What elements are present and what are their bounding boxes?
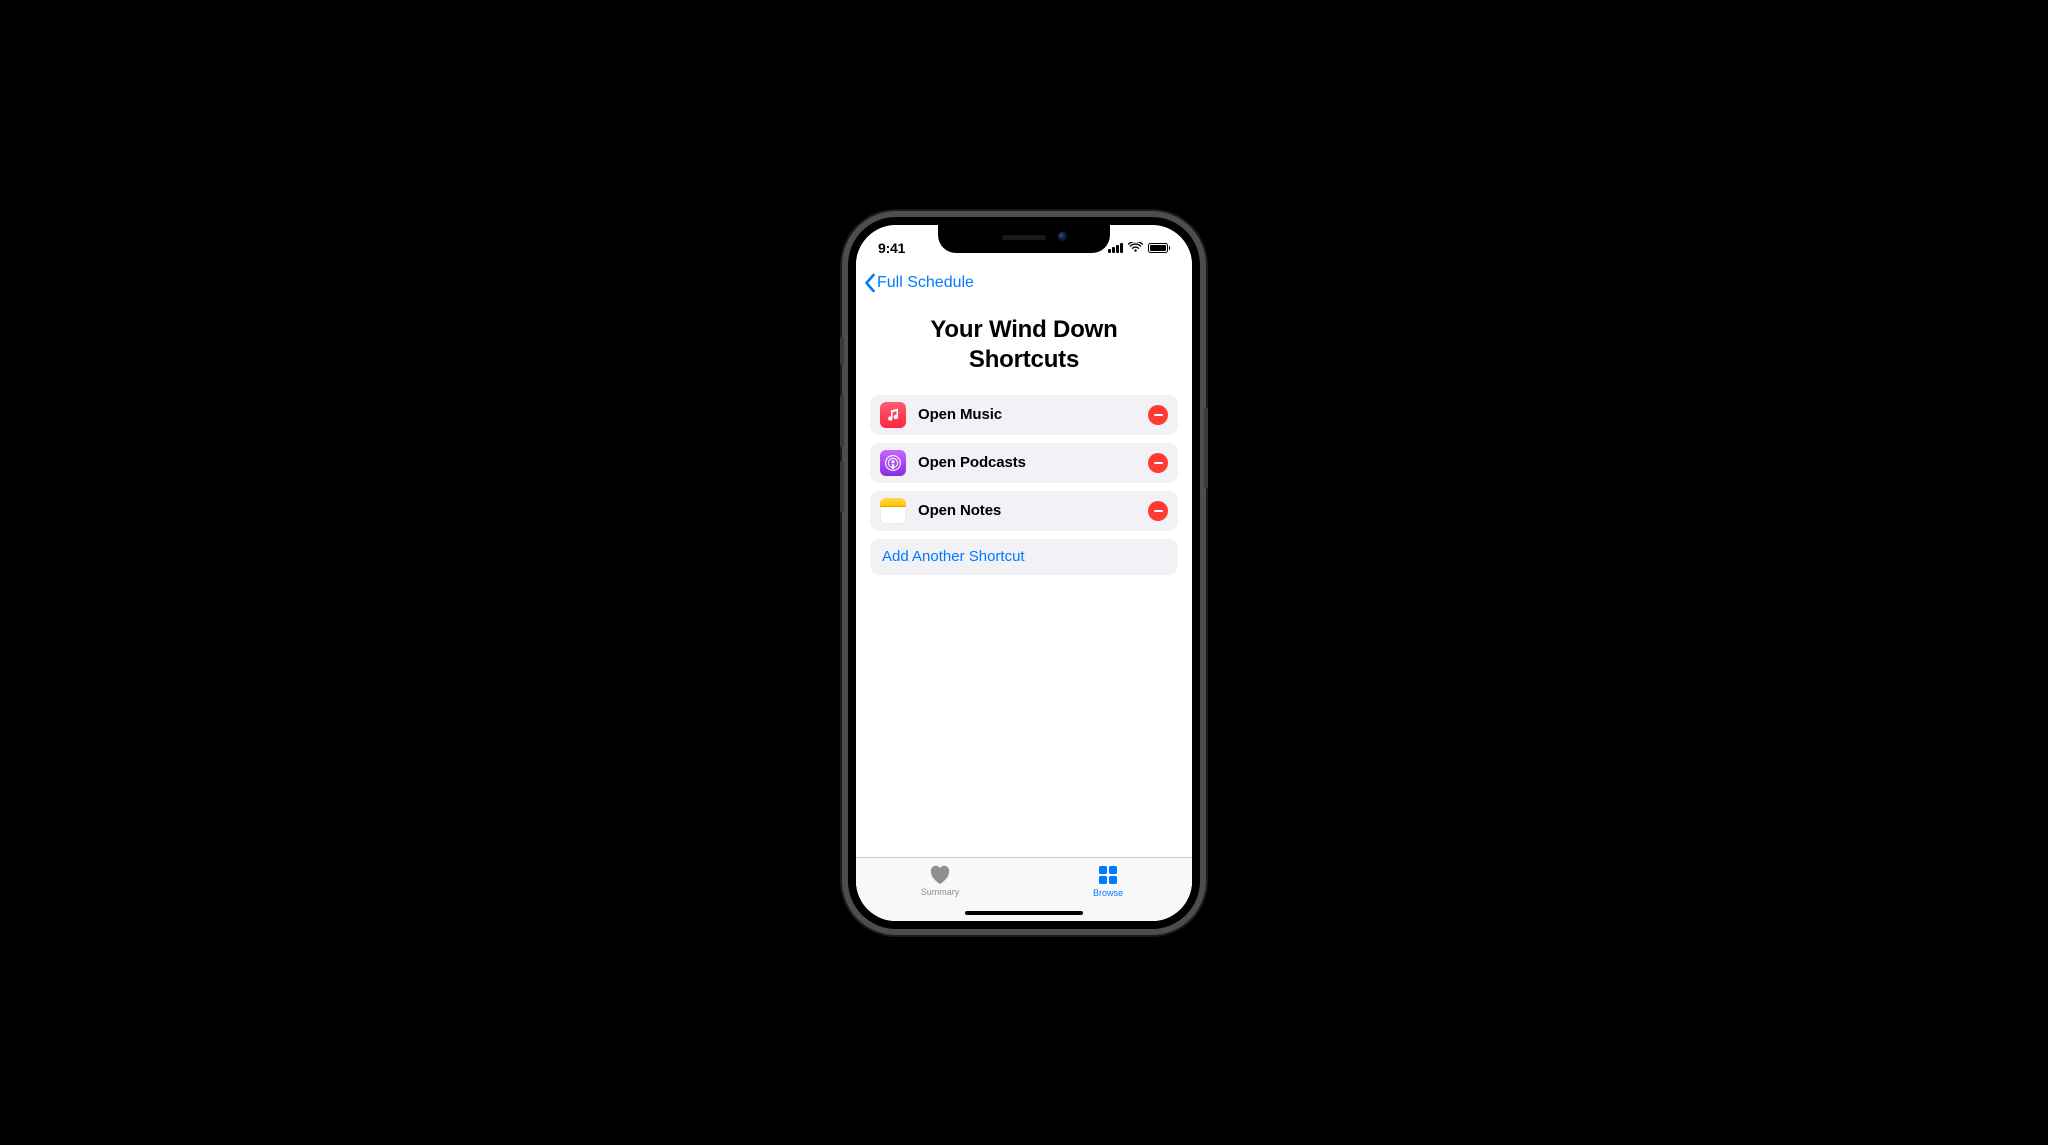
chevron-left-icon [864,273,876,293]
podcasts-app-icon [880,450,906,476]
power-button [1204,407,1208,489]
shortcut-row[interactable]: Open Music [870,395,1178,435]
volume-down-button [840,461,844,513]
wifi-icon [1128,242,1143,253]
speaker-grille [1002,235,1046,240]
add-another-shortcut-button[interactable]: Add Another Shortcut [870,539,1178,575]
notch [938,225,1110,253]
battery-icon [1148,243,1171,253]
app-content: Full Schedule Your Wind Down Shortcuts O… [856,225,1192,921]
music-app-icon [880,402,906,428]
mute-switch [840,337,844,365]
status-time: 9:41 [878,234,905,256]
page-title: Your Wind Down Shortcuts [880,315,1168,375]
notes-app-icon [880,498,906,524]
shortcut-label: Open Notes [918,502,1148,519]
volume-up-button [840,395,844,447]
tab-label: Summary [921,887,960,897]
device-frame: 9:41 [848,217,1200,929]
front-camera [1058,232,1067,241]
iphone-mockup: 9:41 [848,217,1200,929]
add-label: Add Another Shortcut [882,548,1025,565]
shortcut-list: Open Music Open Podcasts [856,395,1192,575]
back-label: Full Schedule [877,274,974,292]
tab-label: Browse [1093,888,1123,898]
grid-icon [1097,864,1119,886]
back-button[interactable]: Full Schedule [864,273,974,293]
shortcut-row[interactable]: Open Notes [870,491,1178,531]
remove-button[interactable] [1148,405,1168,425]
remove-button[interactable] [1148,453,1168,473]
shortcut-row[interactable]: Open Podcasts [870,443,1178,483]
status-right [1108,236,1170,253]
heart-icon [928,864,952,885]
home-indicator[interactable] [965,911,1083,915]
shortcut-label: Open Podcasts [918,454,1148,471]
screen: 9:41 [856,225,1192,921]
remove-button[interactable] [1148,501,1168,521]
nav-bar: Full Schedule [856,265,1192,301]
cellular-signal-icon [1108,243,1123,253]
shortcut-label: Open Music [918,406,1148,423]
